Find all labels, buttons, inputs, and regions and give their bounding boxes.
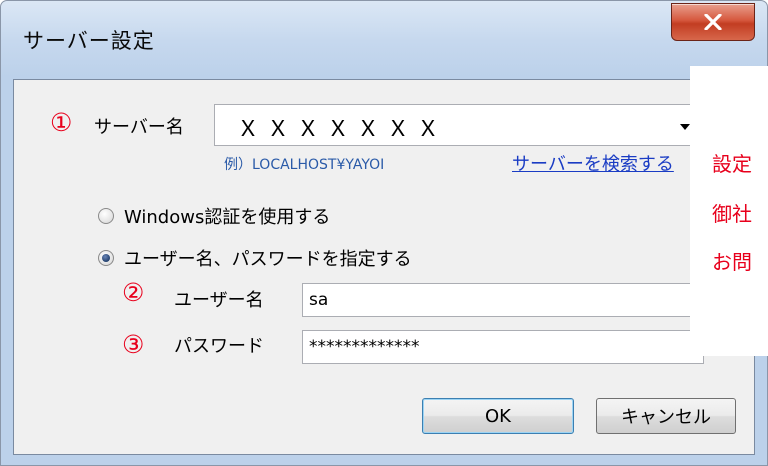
password-label: パスワード [174,336,264,357]
server-name-value: ＸＸＸＸＸＸＸ [237,117,448,142]
side-note-line-2: 御社 [712,202,752,226]
user-auth-label[interactable]: ユーザー名、パスワードを指定する [124,245,412,271]
username-value: sa [309,290,329,310]
title-bar[interactable]: サーバー設定 [1,1,767,79]
annotation-marker-3: ③ [122,330,145,359]
server-name-label: サーバー名 [94,117,184,138]
ok-button[interactable]: OK [422,398,574,434]
username-input[interactable]: sa [302,283,704,317]
server-name-example: 例）LOCALHOST¥YAYOI [224,157,385,173]
side-note-line-1: 設定 [712,152,752,176]
server-settings-window: サーバー設定 ① サーバー名 ＸＸＸＸＸＸＸ 例）LOCALHOST¥YAYOI… [0,0,768,466]
windows-auth-label[interactable]: Windows認証を使用する [124,203,330,229]
annotation-marker-2: ② [122,278,145,307]
search-server-link[interactable]: サーバーを検索する [512,150,674,176]
window-title: サーバー設定 [23,29,155,53]
annotation-marker-1: ① [50,108,73,137]
close-button[interactable] [671,3,755,41]
dialog-body: ① サーバー名 ＸＸＸＸＸＸＸ 例）LOCALHOST¥YAYOI サーバーを検… [13,79,755,455]
side-note-line-3: お問 [712,250,752,274]
cancel-button[interactable]: キャンセル [596,398,736,434]
username-label: ユーザー名 [174,290,264,311]
password-value: ************* [309,337,420,357]
server-name-combobox[interactable]: ＸＸＸＸＸＸＸ [214,104,704,146]
side-note-panel: 設定 御社 お問 [690,66,768,356]
user-auth-radio[interactable] [98,250,114,266]
close-icon [704,14,722,30]
password-input[interactable]: ************* [302,330,704,364]
windows-auth-radio[interactable] [98,208,114,224]
